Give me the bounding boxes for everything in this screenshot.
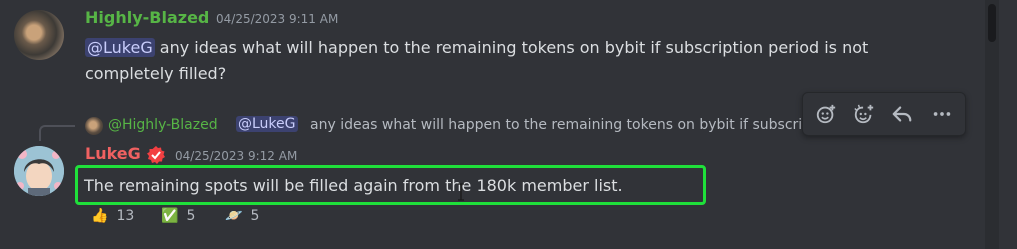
reply-spine <box>39 125 75 141</box>
text-cursor-icon <box>457 183 465 201</box>
add-super-reaction-icon[interactable] <box>851 101 877 127</box>
verified-badge-icon <box>146 145 166 165</box>
message1-mention[interactable]: @LukeG <box>85 38 155 57</box>
message-actions-toolbar <box>802 92 966 136</box>
message2-timestamp: 04/25/2023 9:12 AM <box>175 149 298 163</box>
message1-content: @LukeG any ideas what will happen to the… <box>85 35 945 87</box>
more-options-icon[interactable] <box>929 101 955 127</box>
reaction-count: 13 <box>116 208 135 224</box>
scrollbar-thumb[interactable] <box>988 4 996 42</box>
reply-avatar[interactable] <box>85 117 103 135</box>
message1-username[interactable]: Highly-Blazed <box>85 8 209 27</box>
check-mark-icon: ✅ <box>161 208 179 224</box>
reply-username[interactable]: @Highly-Blazed <box>108 117 218 133</box>
message1-timestamp: 04/25/2023 9:11 AM <box>216 12 339 26</box>
add-reaction-icon[interactable] <box>813 101 839 127</box>
message2-username[interactable]: LukeG <box>85 144 141 163</box>
message2-text: The remaining spots will be filled again… <box>84 176 623 195</box>
reaction-check-mark[interactable]: ✅ 5 <box>155 204 201 228</box>
message1-text: any ideas what will happen to the remain… <box>85 38 869 83</box>
reply-mention[interactable]: @LukeG <box>236 116 298 132</box>
right-edge <box>1001 0 1017 249</box>
thumbs-up-icon: 👍 <box>91 208 109 224</box>
avatar-highly-blazed[interactable] <box>14 10 64 60</box>
reaction-count: 5 <box>250 208 260 224</box>
reply-mention-wrap[interactable]: @LukeG <box>236 116 298 132</box>
reaction-thumbs-up[interactable]: 👍 13 <box>85 204 140 228</box>
reaction-count: 5 <box>186 208 196 224</box>
ringed-planet-icon: 🪐 <box>225 208 243 224</box>
avatar-lukeg[interactable] <box>14 146 64 196</box>
reaction-ringed-planet[interactable]: 🪐 5 <box>219 204 265 228</box>
reply-icon[interactable] <box>889 101 915 127</box>
reply-text[interactable]: any ideas what will happen to the remain… <box>310 117 810 133</box>
